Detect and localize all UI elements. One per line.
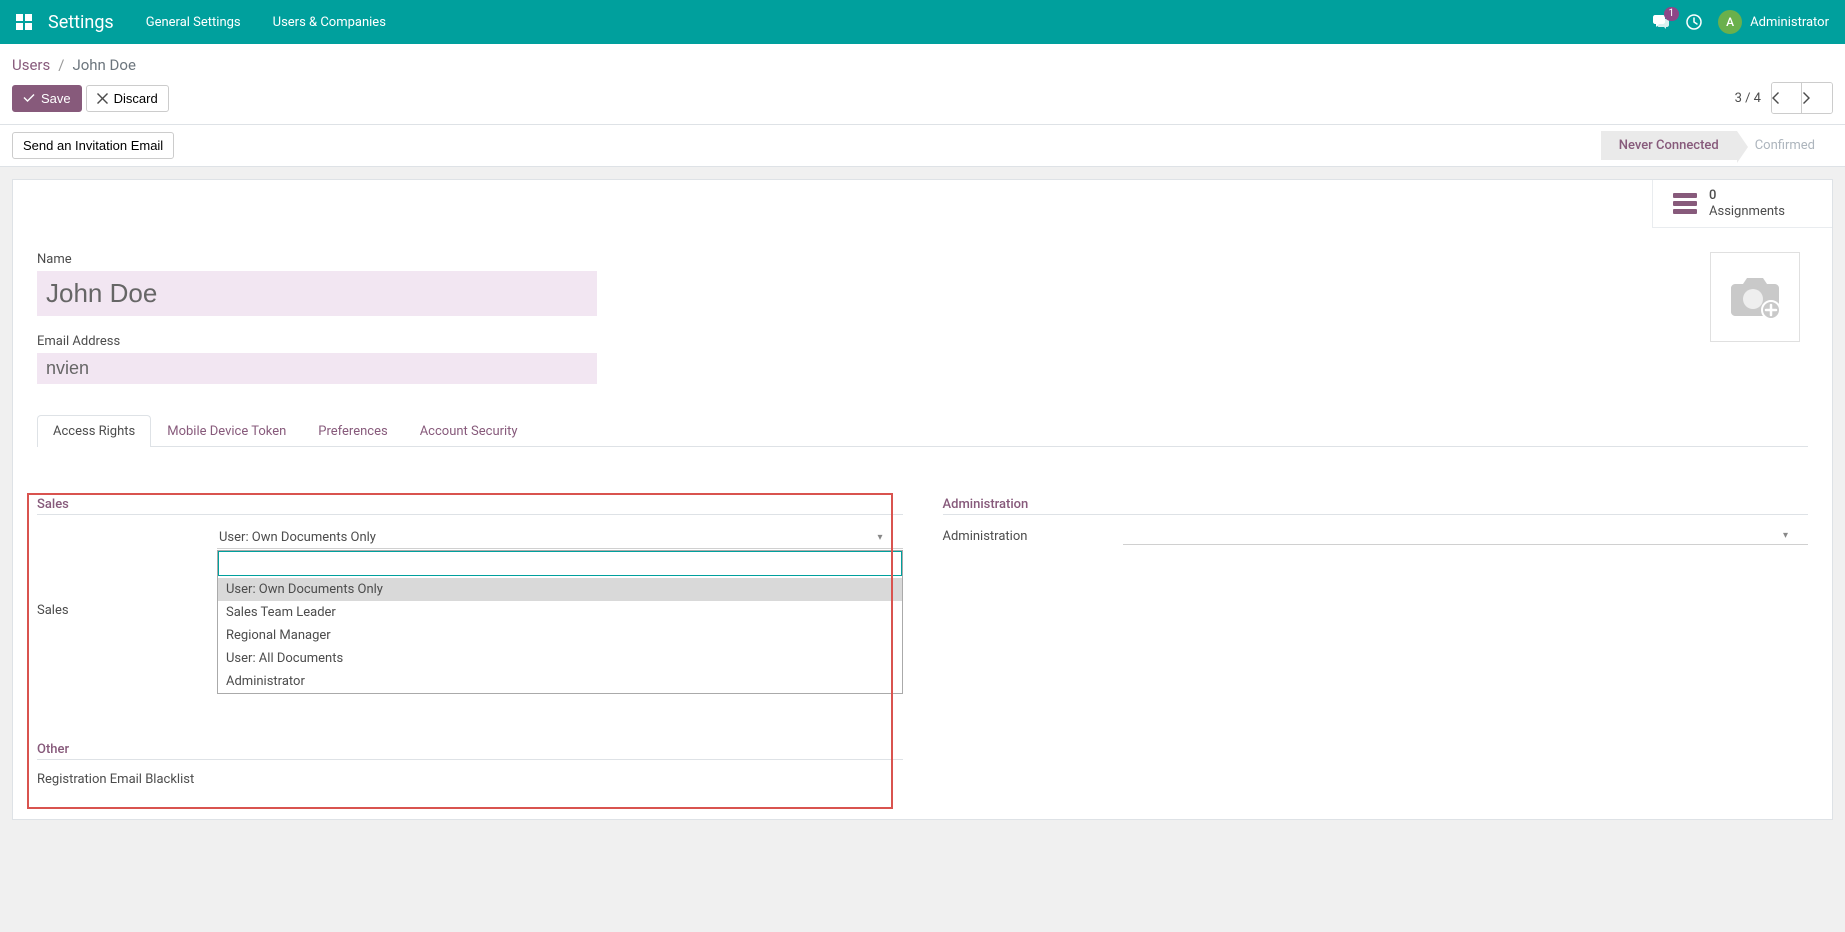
apps-icon[interactable]: [16, 14, 32, 30]
breadcrumb: Users / John Doe: [12, 56, 1833, 74]
label-blacklist: Registration Email Blacklist: [37, 772, 194, 787]
pager-next[interactable]: [1802, 83, 1832, 113]
chevron-down-icon: ▾: [1783, 530, 1788, 541]
pager-arrows: [1771, 82, 1833, 114]
dropdown-option[interactable]: Administrator: [218, 670, 902, 693]
row-sales: Sales User: Own Documents Only ▾ User: O…: [37, 527, 903, 694]
control-bar: Users / John Doe Save Discard 3 / 4: [0, 44, 1845, 125]
breadcrumb-sep: /: [58, 56, 64, 74]
check-icon: [23, 92, 35, 104]
col-admin: Administration Administration ▾: [943, 497, 1809, 795]
row-admin: Administration ▾: [943, 527, 1809, 545]
avatar: A: [1718, 10, 1742, 34]
save-discard-group: Save Discard: [12, 85, 169, 112]
select-admin-display[interactable]: ▾: [1123, 527, 1809, 545]
pager-prev[interactable]: [1772, 83, 1802, 113]
messages-badge: 1: [1664, 7, 1680, 21]
content: 0 Assignments Name Email Address: [0, 167, 1845, 832]
toolbar: Save Discard 3 / 4: [12, 82, 1833, 124]
select-admin[interactable]: ▾: [1123, 527, 1809, 545]
dropdown-option[interactable]: Regional Manager: [218, 624, 902, 647]
email-input[interactable]: [37, 353, 597, 384]
section-other: Other: [37, 742, 903, 760]
label-sales: Sales: [37, 603, 177, 618]
name-input[interactable]: [37, 271, 597, 316]
statusbar: Send an Invitation Email Never Connected…: [0, 125, 1845, 167]
stat-text: 0 Assignments: [1709, 188, 1785, 219]
nav-users-companies[interactable]: Users & Companies: [273, 15, 386, 30]
tab-body: Sales Sales User: Own Documents Only ▾: [37, 447, 1808, 795]
stat-assignments[interactable]: 0 Assignments: [1652, 180, 1832, 228]
tabs: Access Rights Mobile Device Token Prefer…: [37, 414, 1808, 447]
dropdown-sales: User: Own Documents OnlySales Team Leade…: [217, 550, 903, 694]
user-menu[interactable]: A Administrator: [1718, 10, 1829, 34]
status-steps: Never Connected Confirmed: [1601, 131, 1833, 160]
stat-value: 0: [1709, 188, 1785, 204]
tab-access-rights[interactable]: Access Rights: [37, 415, 151, 447]
send-invitation-button[interactable]: Send an Invitation Email: [12, 132, 174, 159]
topnav-right: 1 A Administrator: [1652, 10, 1829, 34]
col-sales: Sales Sales User: Own Documents Only ▾: [37, 497, 903, 795]
status-confirmed[interactable]: Confirmed: [1737, 131, 1833, 160]
discard-button[interactable]: Discard: [86, 85, 169, 112]
chevron-left-icon: [1772, 92, 1780, 104]
camera-add-icon: [1727, 272, 1783, 322]
dropdown-option[interactable]: User: All Documents: [218, 647, 902, 670]
select-sales[interactable]: User: Own Documents Only ▾ User: Own Doc…: [217, 527, 903, 694]
label-admin: Administration: [943, 529, 1083, 544]
nav-general-settings[interactable]: General Settings: [146, 15, 241, 30]
select-sales-display[interactable]: User: Own Documents Only ▾: [217, 527, 903, 549]
tab-mobile-token[interactable]: Mobile Device Token: [151, 415, 302, 447]
dropdown-search-input[interactable]: [218, 551, 902, 576]
form-sheet: 0 Assignments Name Email Address: [12, 179, 1833, 820]
row-blacklist: Registration Email Blacklist: [37, 772, 903, 787]
image-upload[interactable]: [1710, 252, 1800, 342]
chevron-right-icon: [1802, 92, 1810, 104]
dropdown-option[interactable]: Sales Team Leader: [218, 601, 902, 624]
dropdown-list: User: Own Documents OnlySales Team Leade…: [218, 578, 902, 693]
user-name: Administrator: [1750, 15, 1829, 30]
tab-preferences[interactable]: Preferences: [302, 415, 403, 447]
pager: 3 / 4: [1735, 82, 1833, 114]
discard-label: Discard: [114, 91, 158, 106]
app-title: Settings: [48, 12, 114, 33]
name-label: Name: [37, 252, 1710, 267]
email-label: Email Address: [37, 334, 1710, 349]
activity-icon[interactable]: [1686, 14, 1702, 30]
status-never-connected[interactable]: Never Connected: [1601, 131, 1737, 160]
section-sales: Sales: [37, 497, 903, 515]
dropdown-option[interactable]: User: Own Documents Only: [218, 578, 902, 601]
breadcrumb-current: John Doe: [72, 56, 135, 74]
select-sales-value: User: Own Documents Only: [219, 530, 376, 545]
tab-account-security[interactable]: Account Security: [404, 415, 534, 447]
pager-text: 3 / 4: [1735, 91, 1761, 106]
nav-links: General Settings Users & Companies: [146, 15, 386, 30]
save-label: Save: [41, 91, 71, 106]
save-button[interactable]: Save: [12, 85, 82, 112]
close-icon: [97, 93, 108, 104]
stat-label: Assignments: [1709, 204, 1785, 220]
breadcrumb-root[interactable]: Users: [12, 56, 50, 74]
tasks-icon: [1673, 193, 1697, 215]
section-admin: Administration: [943, 497, 1809, 515]
messages-icon[interactable]: 1: [1652, 14, 1670, 30]
top-nav: Settings General Settings Users & Compan…: [0, 0, 1845, 44]
chevron-down-icon: ▾: [877, 532, 882, 543]
